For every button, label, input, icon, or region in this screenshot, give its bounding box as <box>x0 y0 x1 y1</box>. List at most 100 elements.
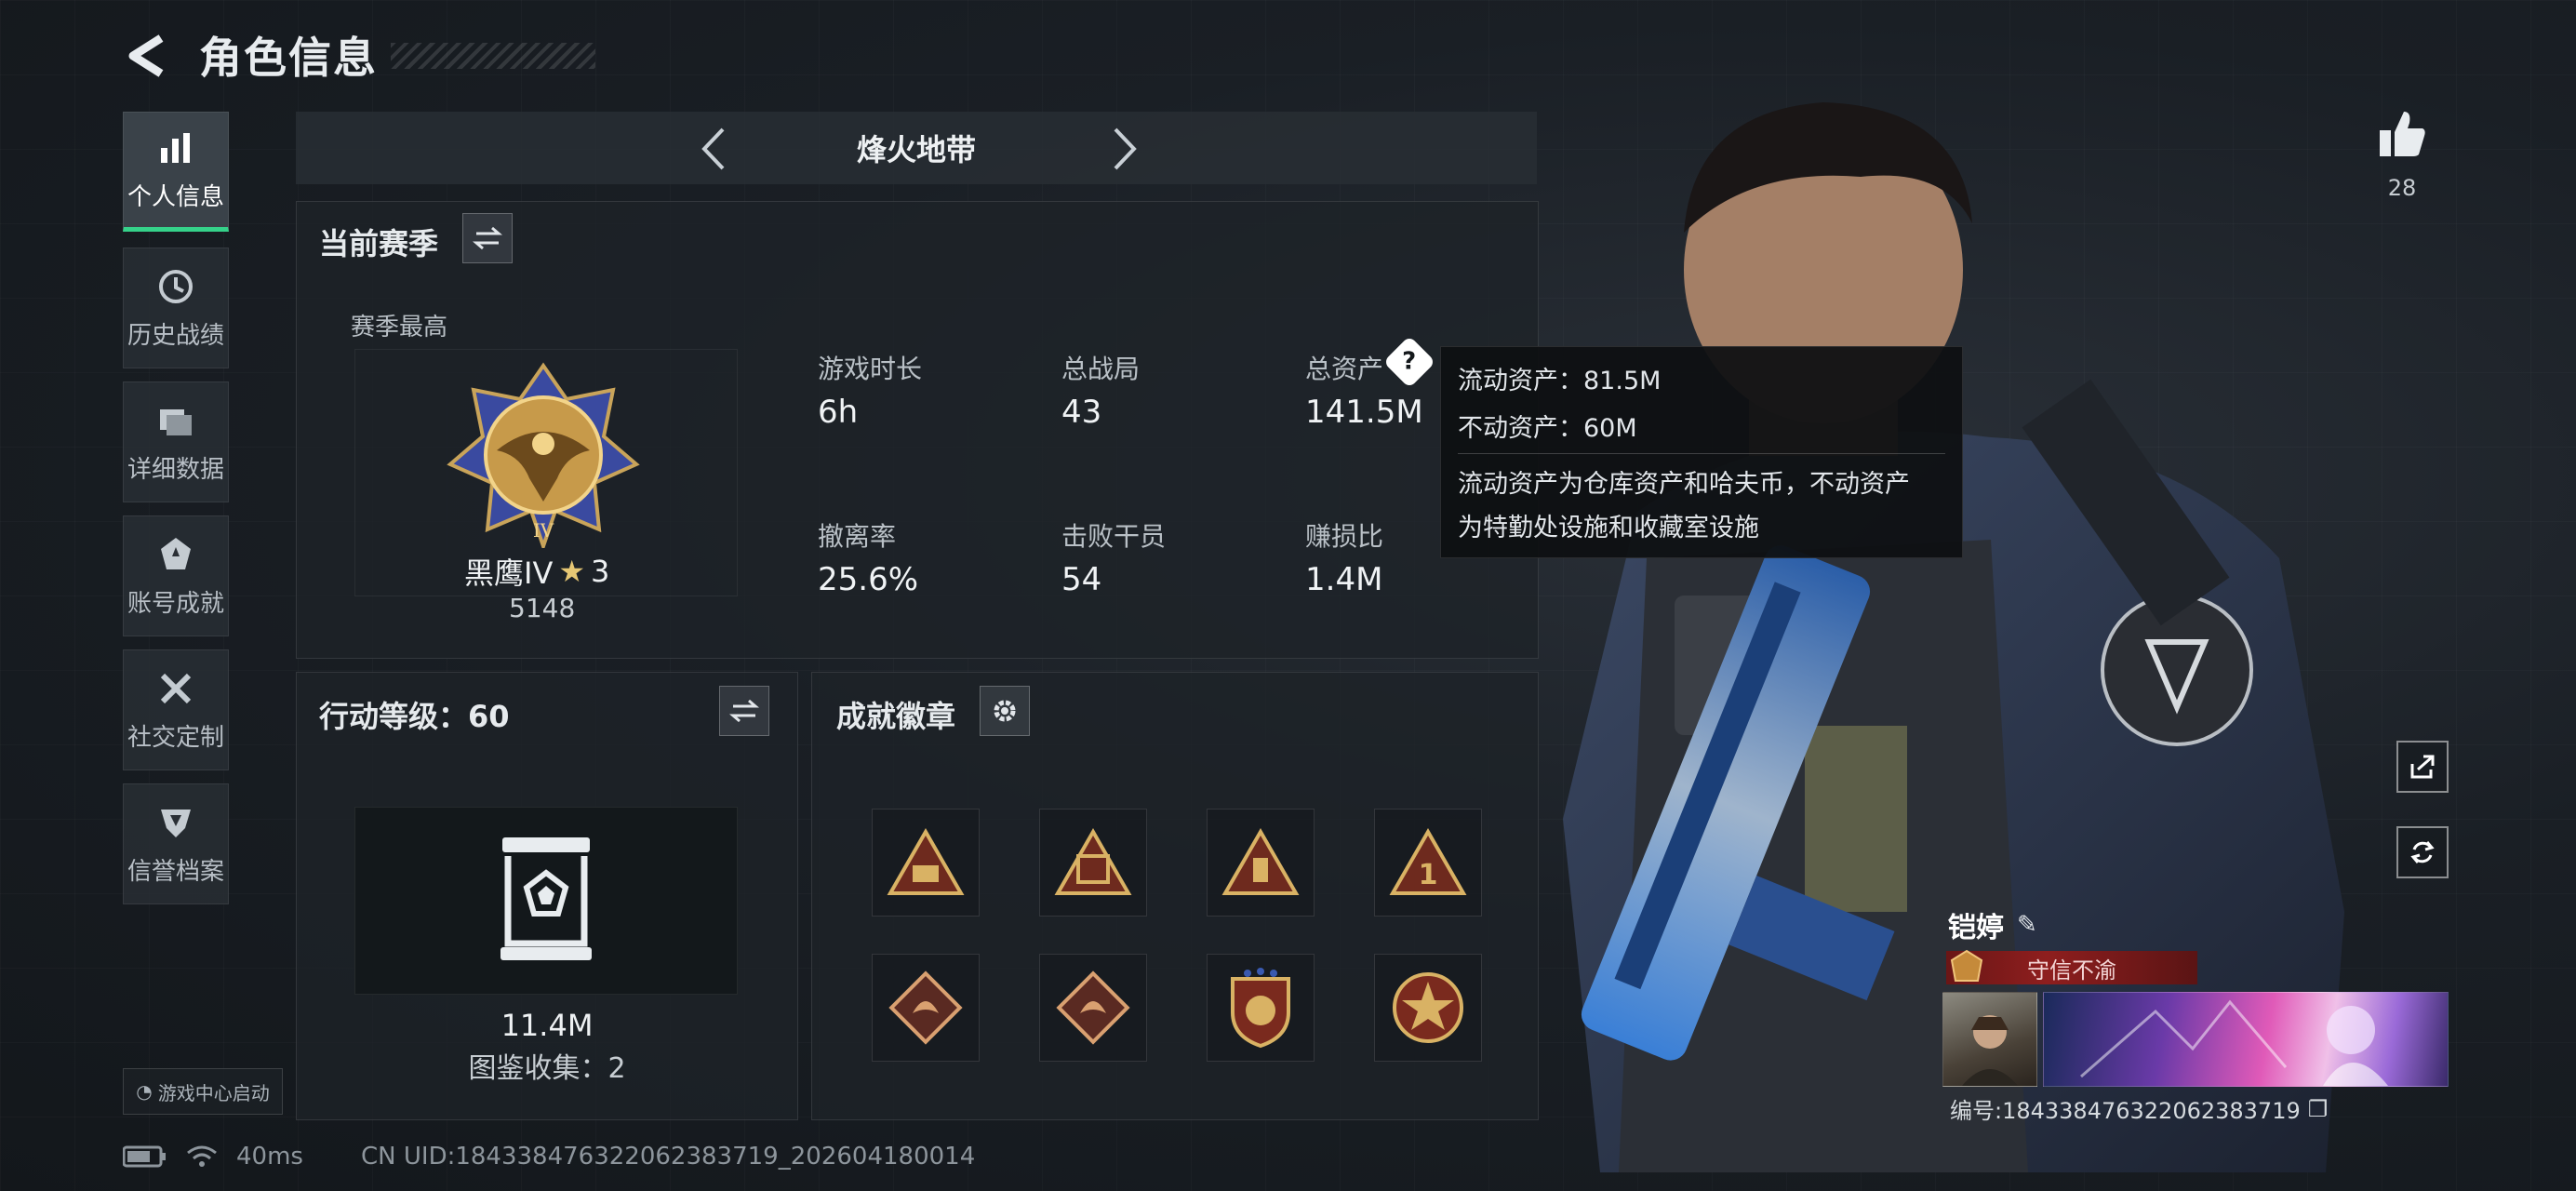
star-badge-icon <box>1393 972 1463 1043</box>
collection-display[interactable] <box>354 807 738 995</box>
clock-icon <box>155 266 196 307</box>
profile-id-row: 编号:18433847632206238371​9 ❐ <box>1950 1092 2328 1125</box>
action-level-panel: 行动等级：60 11.4M 图鉴收集：2 <box>296 672 798 1120</box>
edit-name-icon[interactable]: ✎ <box>2017 911 2037 939</box>
achievement-badge[interactable]: 1 <box>1374 809 1482 917</box>
credit-shield-icon <box>155 802 196 843</box>
dragon-badge-icon <box>888 970 963 1045</box>
swap-icon <box>729 699 759 723</box>
tools-icon <box>155 668 196 709</box>
achievement-badge[interactable] <box>872 809 980 917</box>
stat-value: 25.6% <box>818 561 919 598</box>
achievement-badge[interactable] <box>1207 954 1315 1062</box>
dragon-badge-icon <box>1056 970 1130 1045</box>
sidebar-item-label: 历史战绩 <box>127 321 224 350</box>
chevron-right-icon <box>1114 127 1137 170</box>
collection-case-icon <box>501 837 592 960</box>
rank-score: 5148 <box>509 593 576 623</box>
triangle-badge-icon <box>1054 828 1132 895</box>
chevron-left-icon <box>701 127 725 170</box>
banner-art <box>2080 999 2388 1086</box>
battery-icon <box>123 1145 166 1168</box>
season-highest-label: 赛季最高 <box>351 314 448 341</box>
sidebar-item-label: 个人信息 <box>127 183 224 211</box>
season-switch-button[interactable] <box>462 213 513 263</box>
triangle-badge-icon <box>1221 828 1300 895</box>
achievement-badge[interactable] <box>1374 954 1482 1062</box>
action-level-switch-button[interactable] <box>719 686 769 736</box>
profile-banner[interactable] <box>2043 992 2449 1087</box>
back-arrow-icon <box>128 34 164 77</box>
achievement-icon <box>155 534 196 575</box>
refresh-button[interactable] <box>2396 826 2449 878</box>
wifi-icon <box>187 1145 217 1167</box>
triangle-badge-icon <box>887 828 965 895</box>
profile-name-row: 铠婷 ✎ <box>1948 904 2037 945</box>
folder-icon <box>155 400 196 441</box>
achievements-settings-button[interactable] <box>980 686 1030 736</box>
share-button[interactable] <box>2396 741 2449 793</box>
avatar[interactable] <box>1942 992 2037 1087</box>
sidebar-item-label: 详细数据 <box>127 455 224 484</box>
share-icon <box>2410 755 2435 779</box>
sidebar-item-achievements[interactable]: 账号成就 <box>123 515 229 636</box>
achievements-panel: 成就徽章 1 <box>811 672 1539 1120</box>
stat-value: 43 <box>1061 394 1102 431</box>
tooltip-liquid-assets: 流动资产：81.5M <box>1458 367 1662 395</box>
sidebar-item-personal-info[interactable]: 个人信息 <box>123 112 229 232</box>
achievement-badge[interactable] <box>1207 809 1315 917</box>
stat-value: 141.5M <box>1305 394 1423 431</box>
status-bar: 40ms <box>123 1143 303 1171</box>
achievements-title: 成就徽章 <box>836 699 956 734</box>
sidebar-item-detailed-data[interactable]: 详细数据 <box>123 381 229 502</box>
page-title: 角色信息 <box>199 33 378 83</box>
bar-chart-icon <box>155 127 196 168</box>
stat-label: 赚损比 <box>1305 521 1384 552</box>
avatar-portrait-icon <box>1962 1015 2018 1086</box>
achievement-badge[interactable] <box>872 954 980 1062</box>
tooltip-description-line2: 为特勤处设施和收藏室设施 <box>1458 514 1759 542</box>
rank-stars: 3 <box>591 554 610 589</box>
rank-name-row: 黑鹰IV ★ 3 <box>464 550 609 593</box>
like-button[interactable] <box>2372 104 2432 164</box>
back-button[interactable] <box>119 28 175 84</box>
title-decoration <box>391 43 595 69</box>
collection-value: 11.4M <box>501 1008 594 1043</box>
sidebar-item-social-custom[interactable]: 社交定制 <box>123 649 229 770</box>
stat-label: 总资产 <box>1305 354 1384 384</box>
achievement-badge[interactable] <box>1039 954 1147 1062</box>
profile-name: 铠婷 <box>1948 912 2004 944</box>
profile-id: 编号:18433847632206238371​9 <box>1950 1098 2301 1124</box>
stat-label: 击败干员 <box>1061 521 1167 552</box>
current-season-panel: 当前赛季 赛季最高 IV 黑鹰IV ★ 3 5148 游戏时长 6h 总战局 4… <box>296 201 1539 659</box>
collection-count: 图鉴收集：2 <box>468 1052 626 1085</box>
launcher-label: 游戏中心启动 <box>157 1081 270 1104</box>
achievement-badge[interactable] <box>1039 809 1147 917</box>
swap-icon <box>473 226 502 250</box>
gear-icon <box>994 700 1016 722</box>
thumbs-up-icon <box>2380 112 2425 156</box>
stat-value: 6h <box>818 394 859 431</box>
game-center-launcher-button[interactable]: ◔ 游戏中心启动 <box>123 1068 283 1115</box>
svg-text:1: 1 <box>1419 859 1438 891</box>
asset-help-icon[interactable]: ? <box>1382 335 1436 389</box>
asset-tooltip: 流动资产：81.5M 不动资产：60M 流动资产为仓库资产和哈夫币，不动资产 为… <box>1440 346 1963 558</box>
sidebar-item-credit-record[interactable]: 信誉档案 <box>123 783 229 904</box>
stat-label: 撤离率 <box>818 521 897 552</box>
svg-text:IV: IV <box>533 519 554 542</box>
season-name: 烽火地带 <box>856 132 976 167</box>
refresh-icon <box>2410 841 2435 863</box>
rank-emblem-icon: IV <box>447 362 640 548</box>
sidebar-item-label: 账号成就 <box>127 589 224 618</box>
stat-label: 总战局 <box>1061 354 1141 384</box>
stat-value: 1.4M <box>1305 561 1383 598</box>
season-next-button[interactable] <box>1098 121 1154 177</box>
tooltip-divider <box>1458 453 1945 454</box>
triangle-badge-icon: 1 <box>1389 828 1467 895</box>
tooltip-description-line1: 流动资产为仓库资产和哈夫币，不动资产 <box>1458 470 1910 499</box>
season-prev-button[interactable] <box>685 121 741 177</box>
sidebar-item-history[interactable]: 历史战绩 <box>123 248 229 368</box>
copy-icon[interactable]: ❐ <box>2308 1096 2329 1122</box>
star-icon: ★ <box>558 554 586 589</box>
shield-badge-icon <box>1231 968 1290 1049</box>
